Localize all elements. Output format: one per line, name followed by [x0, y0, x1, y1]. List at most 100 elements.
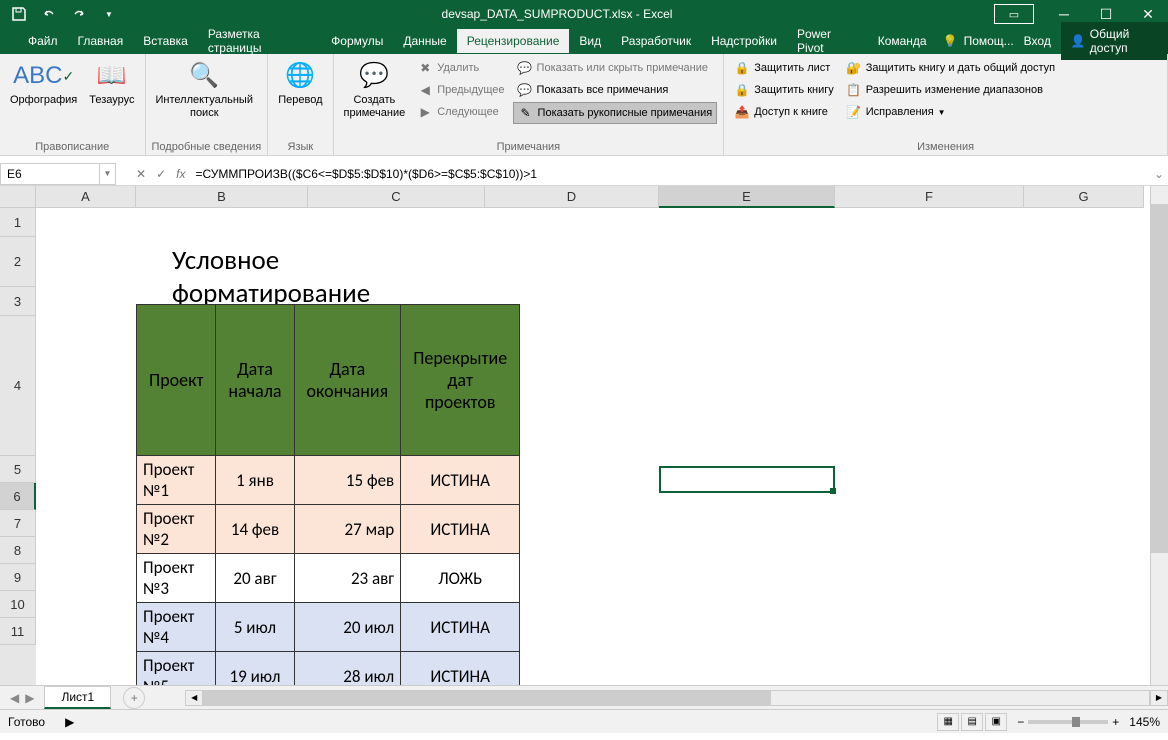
redo-icon[interactable]	[68, 3, 90, 25]
tab-formulas[interactable]: Формулы	[321, 29, 393, 53]
row-header-10[interactable]: 10	[0, 591, 36, 618]
protect-sheet-button[interactable]: 🔒Защитить лист	[730, 58, 838, 78]
show-hide-comment-button[interactable]: 💬Показать или скрыть примечание	[513, 58, 718, 78]
delete-comment-button[interactable]: ✖Удалить	[413, 58, 508, 78]
tab-data[interactable]: Данные	[393, 29, 456, 53]
cell[interactable]: 19 июл	[216, 652, 294, 686]
cell[interactable]: 20 авг	[216, 554, 294, 603]
row-header-6[interactable]: 6	[0, 483, 36, 510]
column-header-C[interactable]: C	[308, 186, 485, 208]
table-row[interactable]: Проект №45 июл20 июлИСТИНА	[137, 603, 520, 652]
tab-review[interactable]: Рецензирование	[457, 29, 570, 53]
cell[interactable]: 15 фев	[294, 456, 401, 505]
tab-insert[interactable]: Вставка	[133, 29, 198, 53]
cell[interactable]: Проект №3	[137, 554, 216, 603]
cell[interactable]: Проект №2	[137, 505, 216, 554]
cell[interactable]: ИСТИНА	[401, 652, 520, 686]
zoom-slider[interactable]: − +	[1017, 715, 1119, 729]
name-box-dropdown[interactable]: ▼	[100, 163, 116, 185]
view-layout-button[interactable]: ▤	[961, 713, 983, 731]
tab-team[interactable]: Команда	[868, 29, 937, 53]
horizontal-scrollbar[interactable]: ◀ ▶	[185, 690, 1168, 706]
table-row[interactable]: Проект №519 июл28 июлИСТИНА	[137, 652, 520, 686]
ribbon-display-icon[interactable]: ▭	[994, 4, 1034, 24]
table-row[interactable]: Проект №11 янв15 февИСТИНА	[137, 456, 520, 505]
cell[interactable]: ИСТИНА	[401, 456, 520, 505]
column-header-F[interactable]: F	[835, 186, 1024, 208]
row-header-8[interactable]: 8	[0, 537, 36, 564]
share-workbook-button[interactable]: 📤Доступ к книге	[730, 102, 838, 122]
undo-icon[interactable]	[38, 3, 60, 25]
tab-developer[interactable]: Разработчик	[611, 29, 701, 53]
login-button[interactable]: Вход	[1014, 34, 1061, 48]
cell[interactable]: 1 янв	[216, 456, 294, 505]
cell[interactable]: Проект №4	[137, 603, 216, 652]
thesaurus-button[interactable]: 📖 Тезаурус	[85, 58, 138, 109]
table-row[interactable]: Проект №214 фев27 марИСТИНА	[137, 505, 520, 554]
table-row[interactable]: Проект №320 авг23 авгЛОЖЬ	[137, 554, 520, 603]
column-header-B[interactable]: B	[136, 186, 308, 208]
row-header-4[interactable]: 4	[0, 316, 36, 456]
cell[interactable]: ИСТИНА	[401, 505, 520, 554]
save-icon[interactable]	[8, 3, 30, 25]
column-header-D[interactable]: D	[485, 186, 659, 208]
cell[interactable]: 5 июл	[216, 603, 294, 652]
zoom-out-button[interactable]: −	[1017, 715, 1024, 729]
allow-ranges-button[interactable]: 📋Разрешить изменение диапазонов	[842, 80, 1059, 100]
tab-file[interactable]: Файл	[18, 29, 68, 53]
tab-addins[interactable]: Надстройки	[701, 29, 787, 53]
view-break-button[interactable]: ▣	[985, 713, 1007, 731]
row-header-3[interactable]: 3	[0, 287, 36, 316]
cell[interactable]: 20 июл	[294, 603, 401, 652]
sheet-tab-1[interactable]: Лист1	[44, 686, 111, 709]
expand-formula-icon[interactable]: ⌄	[1150, 167, 1168, 181]
record-macro-icon[interactable]: ▶	[65, 715, 74, 729]
spelling-button[interactable]: ABC✓ Орфография	[6, 58, 81, 109]
cell[interactable]: 14 фев	[216, 505, 294, 554]
cell[interactable]: 28 июл	[294, 652, 401, 686]
column-header-G[interactable]: G	[1024, 186, 1144, 208]
row-header-1[interactable]: 1	[0, 208, 36, 237]
name-box[interactable]: E6	[0, 163, 100, 185]
cell[interactable]: Проект №1	[137, 456, 216, 505]
cell[interactable]: ЛОЖЬ	[401, 554, 520, 603]
fx-icon[interactable]: fx	[176, 167, 185, 181]
row-header-7[interactable]: 7	[0, 510, 36, 537]
protect-workbook-button[interactable]: 🔒Защитить книгу	[730, 80, 838, 100]
help-label[interactable]: Помощ...	[964, 34, 1014, 48]
cell[interactable]: 27 мар	[294, 505, 401, 554]
column-header-A[interactable]: A	[36, 186, 136, 208]
tab-prev-icon[interactable]: ◀	[10, 691, 19, 705]
next-comment-button[interactable]: ▶Следующее	[413, 102, 508, 122]
new-comment-button[interactable]: 💬 Создать примечание	[340, 58, 410, 122]
tab-view[interactable]: Вид	[569, 29, 611, 53]
help-icon[interactable]: 💡	[937, 34, 964, 48]
row-header-9[interactable]: 9	[0, 564, 36, 591]
tab-next-icon[interactable]: ▶	[25, 691, 34, 705]
cell[interactable]: ИСТИНА	[401, 603, 520, 652]
track-changes-button[interactable]: 📝Исправления ▼	[842, 102, 1059, 122]
confirm-formula-icon[interactable]: ✓	[156, 167, 166, 181]
tab-home[interactable]: Главная	[68, 29, 134, 53]
show-ink-button[interactable]: ✎Показать рукописные примечания	[513, 102, 718, 124]
cell[interactable]: 23 авг	[294, 554, 401, 603]
smart-lookup-button[interactable]: 🔍 Интеллектуальный поиск	[152, 58, 257, 122]
zoom-level[interactable]: 145%	[1129, 715, 1160, 729]
row-header-2[interactable]: 2	[0, 237, 36, 287]
cancel-formula-icon[interactable]: ✕	[136, 167, 146, 181]
add-sheet-button[interactable]: +	[123, 687, 145, 709]
select-all-corner[interactable]	[0, 186, 36, 208]
translate-button[interactable]: 🌐 Перевод	[274, 58, 326, 109]
row-header-11[interactable]: 11	[0, 618, 36, 645]
vertical-scrollbar[interactable]	[1150, 186, 1168, 685]
cell[interactable]: Проект №5	[137, 652, 216, 686]
qat-dropdown-icon[interactable]: ▼	[98, 3, 120, 25]
zoom-in-button[interactable]: +	[1112, 715, 1119, 729]
show-all-comments-button[interactable]: 💬Показать все примечания	[513, 80, 718, 100]
formula-input[interactable]: =СУММПРОИЗВ(($C6<=$D$5:$D$10)*($D6>=$C$5…	[185, 167, 1150, 181]
view-normal-button[interactable]: ▦	[937, 713, 959, 731]
fill-handle[interactable]	[830, 488, 836, 494]
protect-share-button[interactable]: 🔐Защитить книгу и дать общий доступ	[842, 58, 1059, 78]
column-header-E[interactable]: E	[659, 186, 835, 208]
row-header-5[interactable]: 5	[0, 456, 36, 483]
